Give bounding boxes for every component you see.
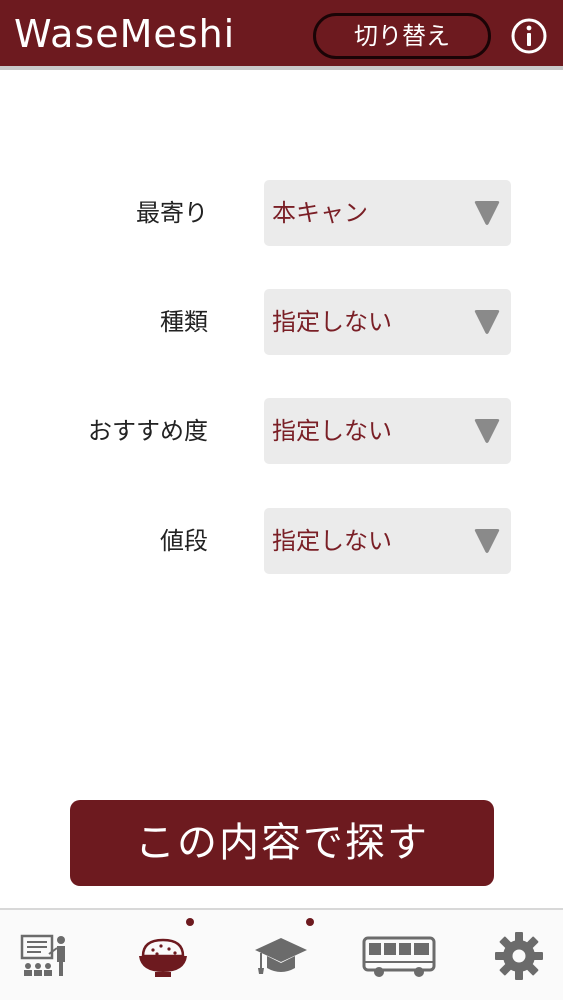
rice-bowl-badge [186,918,194,926]
recommendation-select-value: 指定しない [272,417,392,445]
app-title: WaseMeshi [14,12,236,56]
rice-bowl-icon[interactable] [135,928,191,984]
form-row-category: 種類 指定しない [0,289,563,355]
dropdown-arrow-icon [474,529,500,553]
app-header: WaseMeshi 切り替え [0,0,563,70]
graduation-cap-badge [306,918,314,926]
dropdown-arrow-icon [474,419,500,443]
presentation-icon[interactable] [17,928,73,984]
nearest-select-value: 本キャン [272,199,368,227]
graduation-cap-icon[interactable] [253,928,309,984]
form-row-nearest: 最寄り 本キャン [0,180,563,246]
search-button[interactable]: この内容で探す [70,800,494,886]
bus-icon[interactable] [362,928,436,984]
info-icon[interactable] [510,17,548,55]
category-select[interactable]: 指定しない [264,289,511,355]
price-label: 値段 [160,527,208,555]
app-root: WaseMeshi 切り替え 最寄り 本キャン 種類 指定しない おすすめ度 指 [0,0,563,1000]
price-select[interactable]: 指定しない [264,508,511,574]
nearest-select[interactable]: 本キャン [264,180,511,246]
nearest-label: 最寄り [136,199,208,227]
dropdown-arrow-icon [474,310,500,334]
switch-button[interactable]: 切り替え [313,13,491,59]
price-select-value: 指定しない [272,527,392,555]
gear-icon[interactable] [491,928,547,984]
bottom-nav [0,908,563,1000]
recommendation-label: おすすめ度 [88,417,208,445]
dropdown-arrow-icon [474,201,500,225]
recommendation-select[interactable]: 指定しない [264,398,511,464]
category-label: 種類 [160,308,208,336]
category-select-value: 指定しない [272,308,392,336]
form-row-recommendation: おすすめ度 指定しない [0,398,563,464]
form-row-price: 値段 指定しない [0,508,563,574]
